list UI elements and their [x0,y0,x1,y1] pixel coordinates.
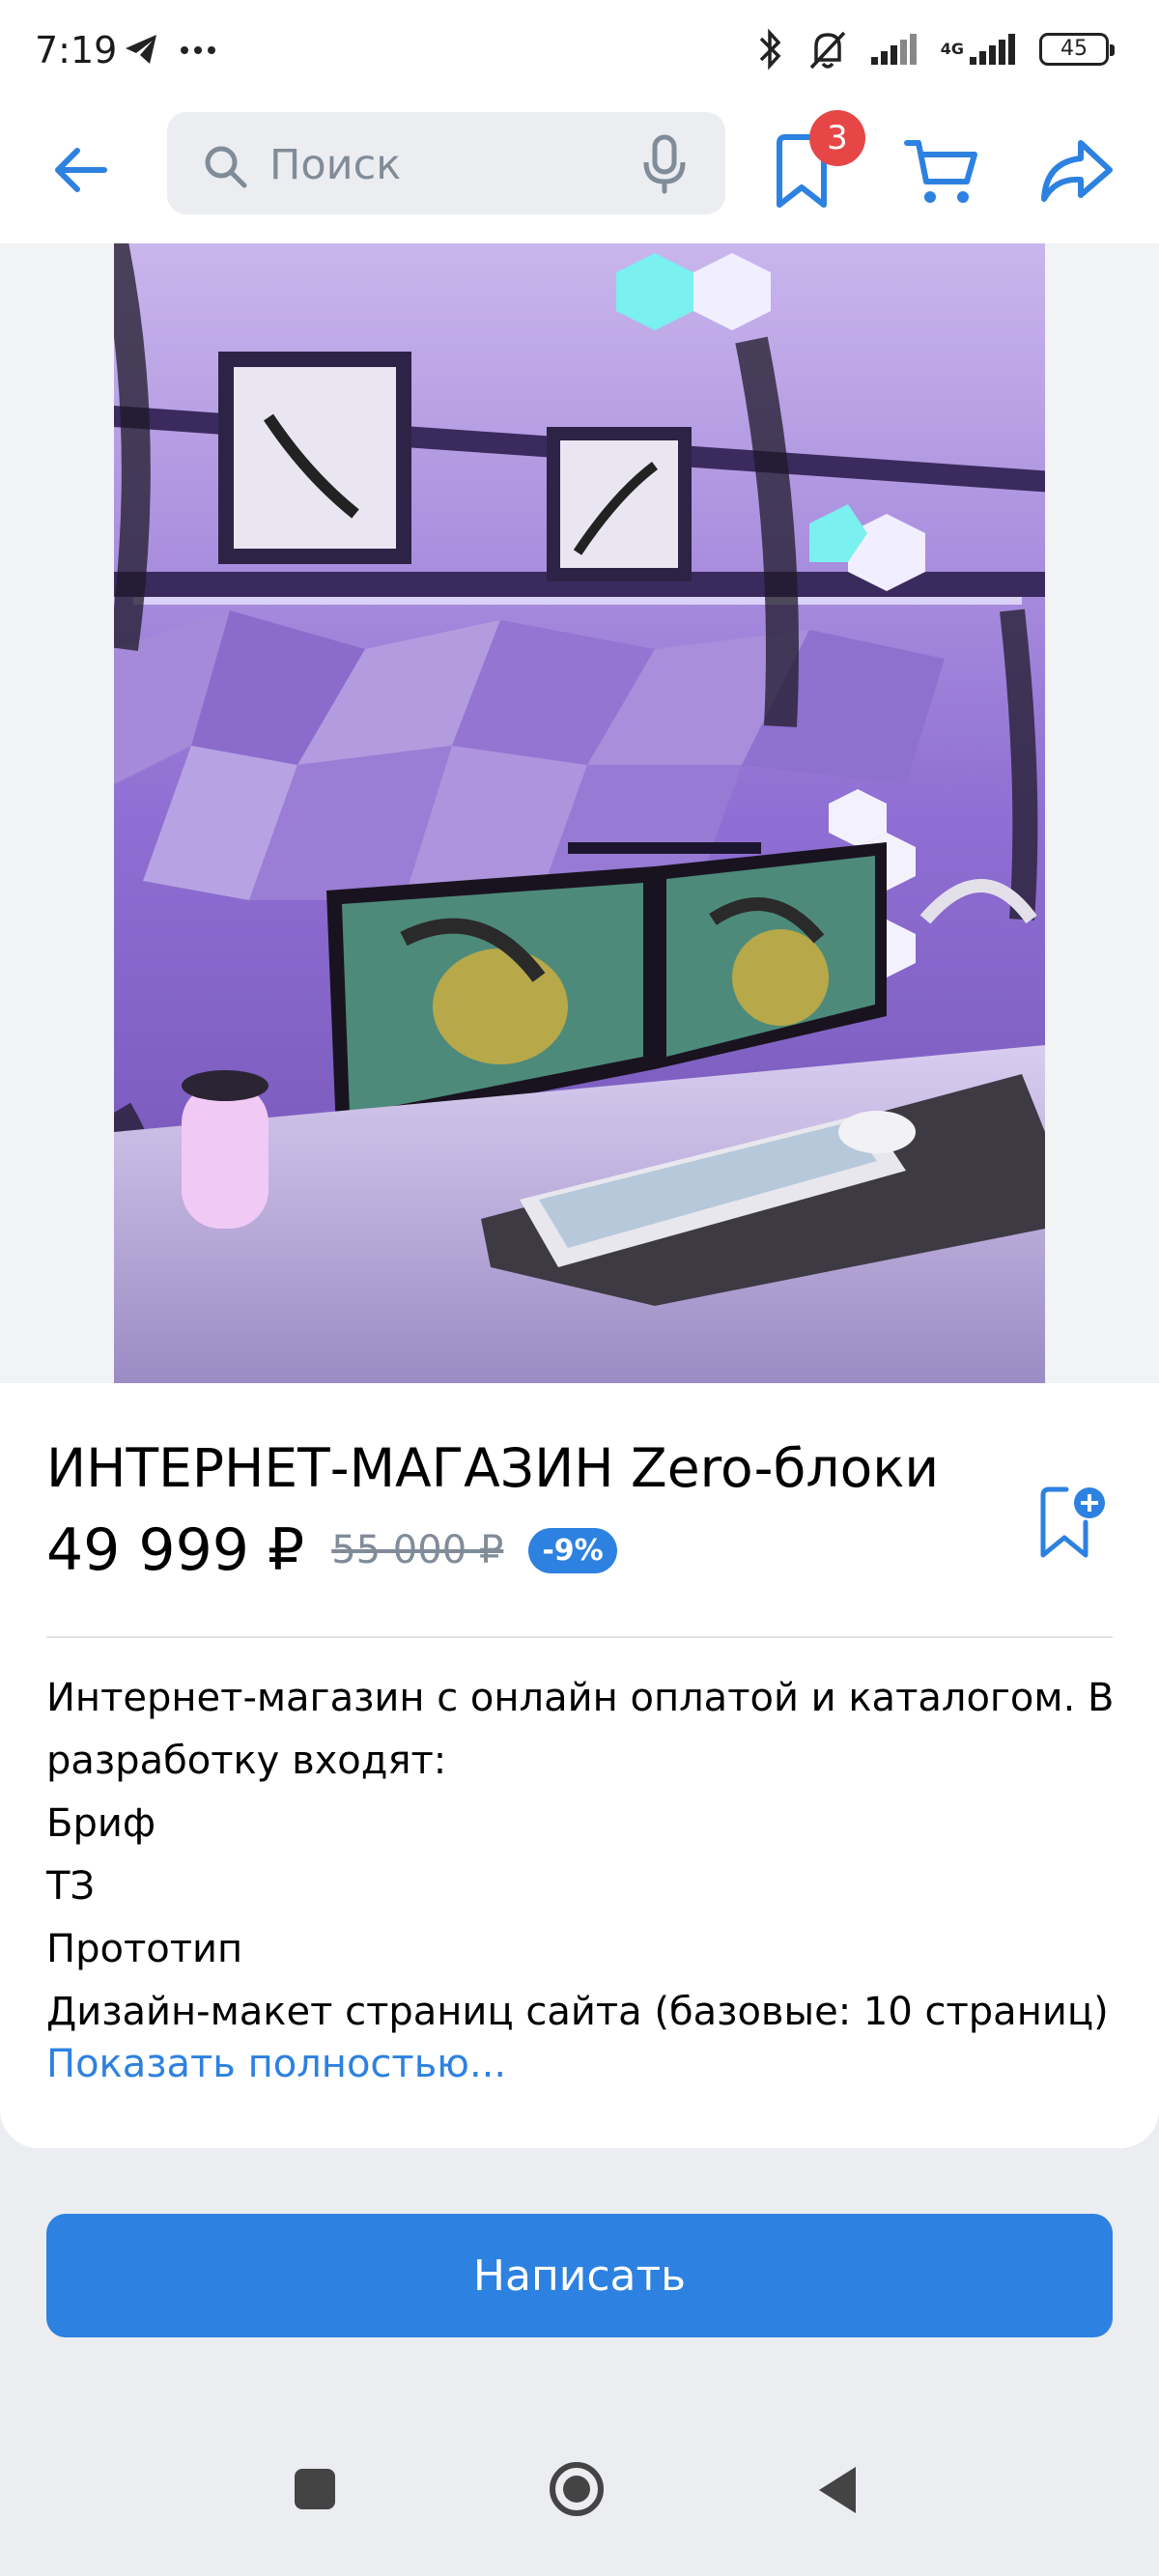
product-photo[interactable] [114,243,1045,1383]
bell-off-icon [809,31,846,70]
status-right-icons: 4G 45 [753,27,1115,71]
product-gallery[interactable] [0,243,1159,1383]
system-nav-bar [0,2376,1159,2576]
top-bar: 3 [0,104,1159,243]
search-bar[interactable] [167,112,725,214]
nav-square-icon[interactable] [295,2469,335,2509]
telegram-icon [126,35,156,64]
status-bar: 7:19 4G 45 [0,0,1159,104]
description-line: Интернет-магазин с онлайн оплатой и ката… [46,1676,1115,1783]
product-description: Интернет-магазин с онлайн оплатой и ката… [46,1667,1118,2044]
share-icon [1041,140,1113,202]
nav-back-icon[interactable] [813,2463,862,2517]
status-left-icons [124,33,217,66]
description-line: Дизайн-макет страниц сайта (базовые: 10 … [46,1990,1109,2034]
description-line: ТЗ [46,1864,96,1909]
bluetooth-icon [759,28,781,71]
product-photo-illustration [114,243,1045,1383]
discount-badge: -9% [528,1527,617,1573]
share-button[interactable] [1038,133,1117,212]
network-indicator: 4G [941,32,1018,67]
battery-icon: 45 [1039,33,1115,66]
cart-icon [904,140,977,203]
description-line: Бриф [46,1801,156,1846]
back-button[interactable] [42,131,120,209]
signal-icon [870,34,917,65]
bookmarks-count-badge: 3 [809,110,865,166]
network-type: 4G [940,40,964,58]
show-more-link[interactable]: Показать полностью... [46,2042,506,2086]
back-arrow-icon [55,148,107,192]
add-to-bookmarks-button[interactable] [1032,1484,1109,1561]
search-icon [205,146,247,188]
old-price: 55 000 ₽ [331,1528,504,1572]
product-title: ИНТЕРНЕТ-МАГАЗИН Zero-блоки [46,1437,940,1499]
search-input[interactable] [268,137,638,193]
divider [46,1636,1113,1638]
write-button[interactable]: Написать [46,2214,1113,2337]
nav-home-icon[interactable] [549,2461,605,2517]
cart-button[interactable] [903,133,982,212]
signal-icon [970,34,1015,65]
more-icon [181,46,216,54]
mic-icon[interactable] [640,133,689,195]
product-card: ИНТЕРНЕТ-МАГАЗИН Zero-блоки 49 999 ₽ 55 … [0,1383,1159,2148]
price: 49 999 ₽ [46,1516,305,1584]
status-time: 7:19 [35,29,118,71]
description-line: Прототип [46,1927,243,1971]
price-row: 49 999 ₽ 55 000 ₽ -9% [46,1516,617,1584]
bookmark-add-icon [1040,1486,1105,1558]
